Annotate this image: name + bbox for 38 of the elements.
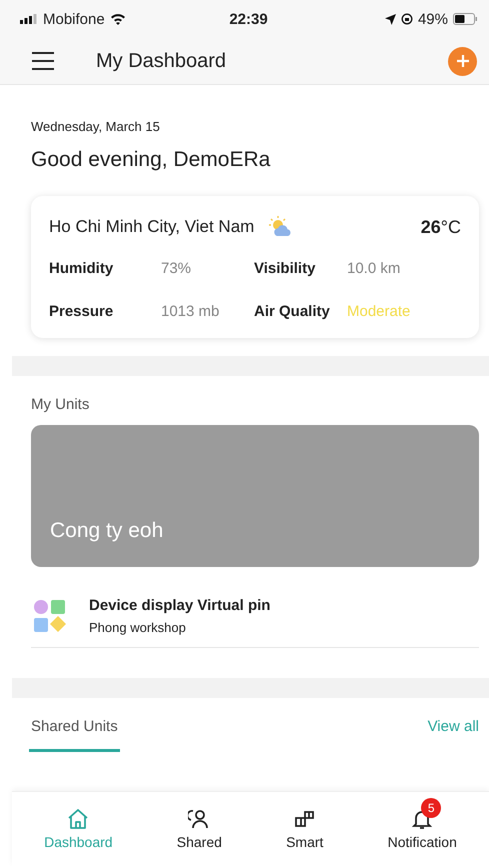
plus-icon (456, 54, 470, 68)
signal-icon (20, 14, 38, 24)
unit-name: Cong ty eoh (50, 519, 164, 543)
blocks-icon (294, 808, 316, 830)
device-location: Phong workshop (89, 620, 187, 635)
notification-badge: 5 (421, 798, 442, 818)
location-arrow-icon (384, 14, 396, 24)
carrier-name: Mobifone (43, 10, 105, 28)
stat-label: Visibility (254, 260, 316, 277)
stat-value: Moderate (347, 303, 412, 320)
page-title: My Dashboard (96, 50, 228, 72)
location-name: Ho Chi Minh City, Viet Nam (49, 217, 254, 237)
stat-label: Pressure (49, 303, 114, 320)
people-icon (188, 808, 210, 830)
shared-units-tab[interactable]: Shared Units (29, 718, 120, 752)
add-button[interactable] (448, 46, 477, 76)
wifi-icon (110, 13, 126, 25)
menu-button[interactable] (32, 52, 54, 70)
date-text: Wednesday, March 15 (31, 119, 161, 134)
nav-tab[interactable]: Shared (172, 792, 226, 866)
rotation-lock-icon (400, 13, 413, 25)
nav-tab[interactable]: Smart (282, 792, 328, 866)
battery-percent: 49% (418, 10, 448, 28)
status-time: 22:39 (229, 10, 268, 28)
section-title: My Units (31, 396, 90, 413)
device-name[interactable]: Device display Virtual pin (89, 597, 270, 614)
menu-icon (32, 52, 54, 70)
nav-tab[interactable]: 5 Notification (384, 792, 461, 866)
stat-value: 73% (161, 260, 192, 277)
device-grid-icon (33, 599, 67, 633)
temperature: 26°C (420, 216, 461, 238)
stat-value: 1013 mb (161, 303, 220, 320)
stat-label: Air Quality (254, 303, 331, 320)
greeting-text: Good evening, DemoERa (31, 148, 272, 172)
stat-label: Humidity (49, 260, 114, 277)
home-icon (67, 808, 90, 830)
stat-value: 10.0 km (347, 260, 402, 277)
battery-icon (453, 13, 477, 25)
